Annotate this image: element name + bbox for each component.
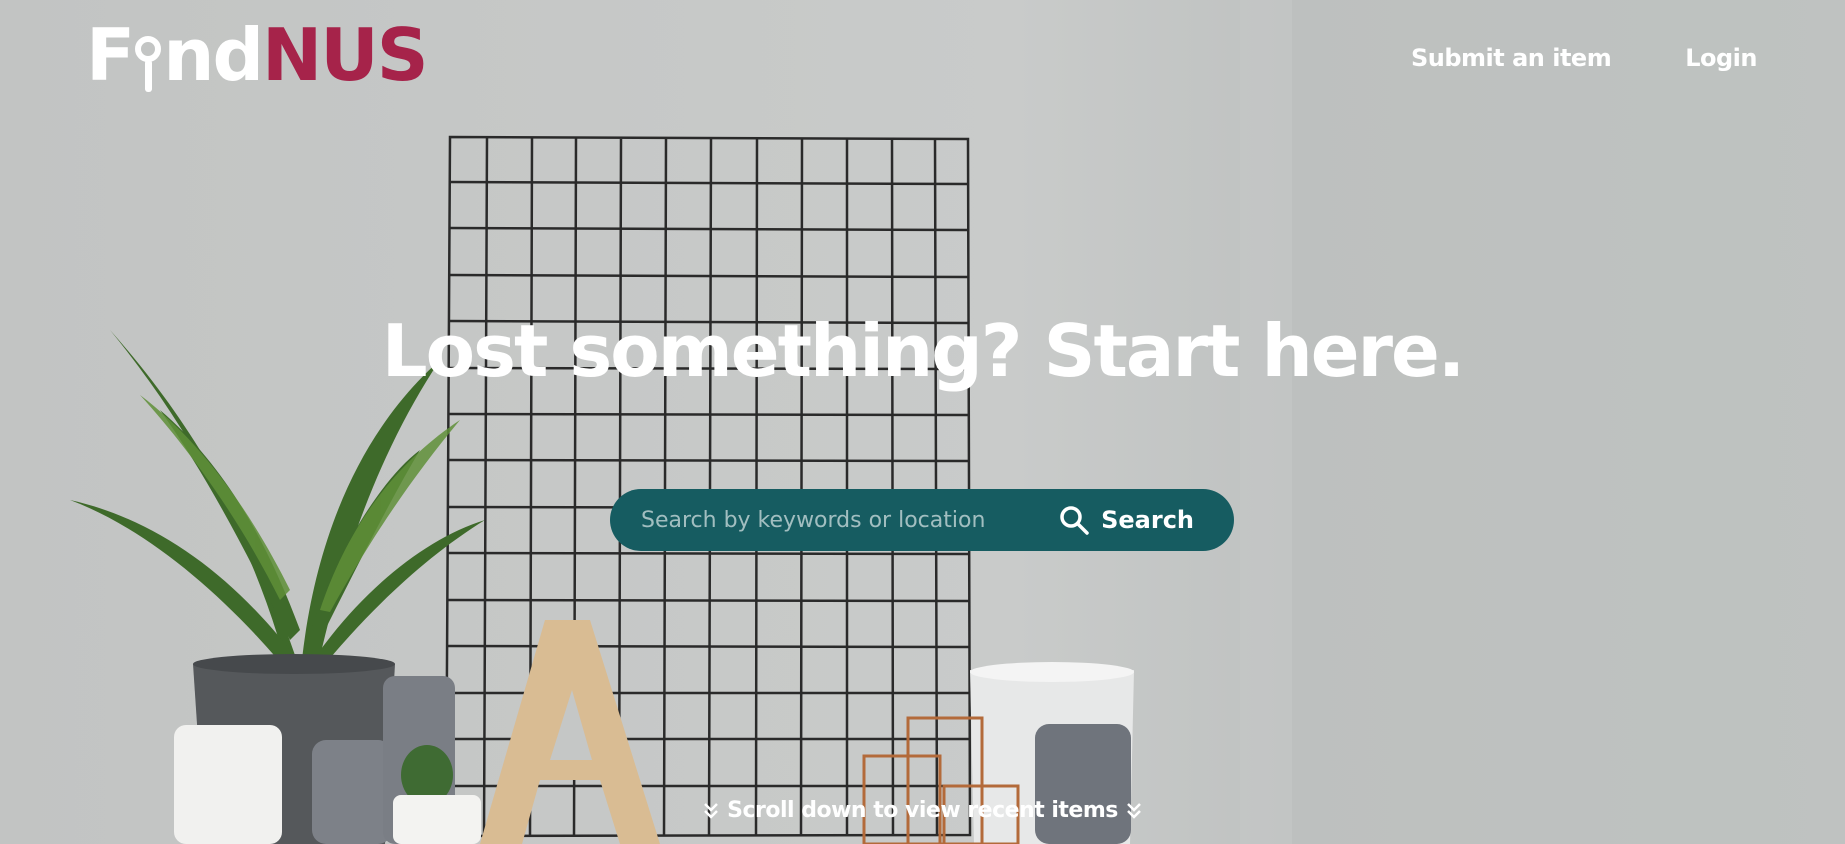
search-icon [1060,506,1089,535]
double-chevron-down-icon [1126,802,1141,819]
logo-text-nd: nd [163,13,264,97]
search-bar: Search [610,489,1234,551]
login-link[interactable]: Login [1685,44,1757,72]
scroll-hint-label: Scroll down to view recent items [727,798,1118,823]
findnus-logo[interactable]: F nd NUS [86,13,429,97]
search-input[interactable] [610,489,1040,551]
location-pin-icon [135,30,162,92]
search-button-label: Search [1101,506,1194,534]
submit-item-link[interactable]: Submit an item [1411,44,1612,72]
scroll-down-hint[interactable]: Scroll down to view recent items [0,798,1845,823]
hero-background-photo [70,0,1845,844]
logo-text-nus: NUS [261,13,429,97]
header-nav: Submit an item Login [1411,44,1758,72]
hero-headline: Lost something? Start here. [381,309,1465,393]
hero-section: F nd NUS Submit an item Login Lost somet… [0,0,1845,844]
top-navigation: F nd NUS Submit an item Login [0,0,1845,120]
logo-text-f: F [86,13,135,97]
double-chevron-down-icon [704,802,719,819]
search-button[interactable]: Search [1039,489,1234,551]
